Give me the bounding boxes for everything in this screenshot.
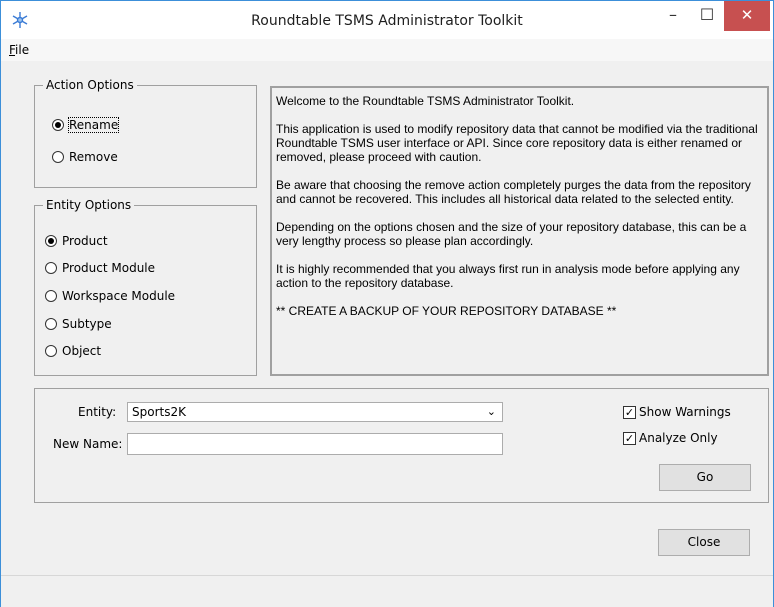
new-name-input[interactable] <box>127 433 503 455</box>
radio-remove-indicator[interactable] <box>52 151 64 163</box>
message-paragraph: Be aware that choosing the remove action… <box>276 178 751 206</box>
message-paragraph: This application is used to modify repos… <box>276 122 758 164</box>
menu-file[interactable]: File <box>9 43 29 57</box>
menu-bar: File <box>1 39 773 61</box>
go-button[interactable]: Go <box>659 464 751 491</box>
radio-product-indicator[interactable] <box>45 235 57 247</box>
minimize-button[interactable]: – <box>656 1 690 31</box>
info-message-box[interactable]: Welcome to the Roundtable TSMS Administr… <box>270 86 769 376</box>
maximize-icon: ☐ <box>699 5 715 24</box>
show-warnings-check-icon[interactable]: ✓ <box>623 405 636 419</box>
entity-select-value: Sports2K <box>132 405 186 419</box>
radio-remove-label: Remove <box>69 150 118 164</box>
radio-subtype-label: Subtype <box>62 317 112 331</box>
radio-product[interactable]: Product <box>45 234 108 248</box>
message-paragraph: ** CREATE A BACKUP OF YOUR REPOSITORY DA… <box>276 304 617 318</box>
radio-subtype-indicator[interactable] <box>45 318 57 330</box>
message-paragraph: It is highly recommended that you always… <box>276 262 740 290</box>
action-options-legend: Action Options <box>46 78 134 92</box>
radio-object-indicator[interactable] <box>45 345 57 357</box>
radio-product-module-label: Product Module <box>62 261 156 275</box>
radio-remove[interactable]: Remove <box>52 150 118 164</box>
radio-rename-indicator[interactable] <box>52 119 64 131</box>
radio-subtype[interactable]: Subtype <box>45 317 112 331</box>
radio-product-module[interactable]: Product Module <box>45 261 155 275</box>
entity-label: Entity: <box>78 405 117 419</box>
close-icon: ✕ <box>740 6 754 24</box>
radio-object-label: Object <box>62 344 102 358</box>
app-window: Roundtable TSMS Administrator Toolkit – … <box>0 0 774 607</box>
show-warnings-checkbox[interactable]: ✓ Show Warnings <box>623 405 731 419</box>
radio-product-module-indicator[interactable] <box>45 262 57 274</box>
close-button[interactable]: Close <box>658 529 750 556</box>
chevron-down-icon: ⌄ <box>486 405 496 418</box>
radio-rename[interactable]: Rename <box>52 117 120 133</box>
minimize-icon: – <box>669 5 677 24</box>
message-paragraph: Depending on the options chosen and the … <box>276 220 747 248</box>
action-options-group: Action Options <box>34 78 257 188</box>
radio-product-label: Product <box>62 234 108 248</box>
radio-workspace-module-label: Workspace Module <box>62 289 176 303</box>
title-bar[interactable]: Roundtable TSMS Administrator Toolkit – … <box>1 1 773 39</box>
radio-object[interactable]: Object <box>45 344 101 358</box>
analyze-only-label: Analyze Only <box>639 431 718 445</box>
radio-workspace-module-indicator[interactable] <box>45 290 57 302</box>
analyze-only-checkbox[interactable]: ✓ Analyze Only <box>623 431 718 445</box>
message-paragraph: Welcome to the Roundtable TSMS Administr… <box>276 94 575 108</box>
analyze-only-check-icon[interactable]: ✓ <box>623 431 636 445</box>
entity-options-legend: Entity Options <box>46 198 132 212</box>
menu-file-label: ile <box>15 43 30 57</box>
show-warnings-label: Show Warnings <box>639 405 731 419</box>
radio-rename-label: Rename <box>67 117 120 133</box>
radio-workspace-module[interactable]: Workspace Module <box>45 289 175 303</box>
close-window-button[interactable]: ✕ <box>724 1 770 31</box>
entity-select[interactable]: Sports2K ⌄ <box>127 402 503 422</box>
status-bar <box>1 575 773 607</box>
maximize-button[interactable]: ☐ <box>690 1 724 31</box>
new-name-label: New Name: <box>53 437 123 451</box>
